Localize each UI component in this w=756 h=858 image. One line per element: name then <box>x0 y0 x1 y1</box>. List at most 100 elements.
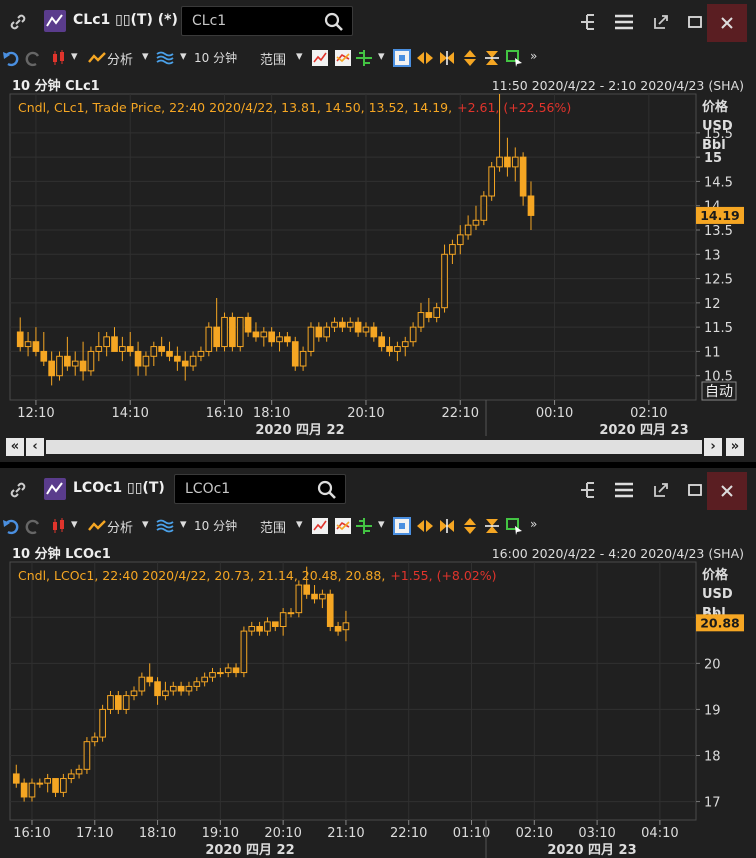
popout-icon[interactable] <box>649 478 673 502</box>
undo-icon[interactable] <box>2 517 20 535</box>
studies-dropdown-arrow[interactable]: ▾ <box>180 517 187 532</box>
scroll-right-button[interactable]: › <box>704 438 722 456</box>
close-button[interactable] <box>707 472 747 510</box>
candle <box>488 162 496 201</box>
redo-icon[interactable] <box>24 49 42 67</box>
scroll-first-button[interactable]: « <box>6 438 24 456</box>
axis-label-currency: USD <box>702 119 733 134</box>
analysis-menu[interactable]: 分析 <box>107 517 133 536</box>
studies-dropdown-arrow[interactable]: ▾ <box>180 49 187 64</box>
zoom-box-icon[interactable] <box>393 517 411 535</box>
y-tick-label: 12 <box>704 297 721 312</box>
candlestick-icon[interactable] <box>50 49 68 67</box>
maximize-icon[interactable] <box>683 478 707 502</box>
search-icon[interactable] <box>324 12 344 32</box>
x-tick-label: 12:10 <box>17 406 54 421</box>
crosshair-icon[interactable] <box>355 49 373 67</box>
zoom-vertical-icon[interactable] <box>483 49 501 67</box>
plot-area <box>9 561 697 821</box>
link-icon[interactable] <box>8 12 28 32</box>
pan-vertical-icon[interactable] <box>461 517 479 535</box>
pan-horizontal-icon[interactable] <box>416 49 434 67</box>
range-dropdown-arrow[interactable]: ▾ <box>296 49 303 64</box>
crosshair-icon[interactable] <box>355 517 373 535</box>
search-icon[interactable] <box>317 480 337 500</box>
candle-body <box>311 593 318 600</box>
candle <box>326 589 334 632</box>
scroll-track[interactable] <box>46 440 702 454</box>
crosshair-dropdown-arrow[interactable]: ▾ <box>378 517 385 532</box>
scroll-left-button[interactable]: ‹ <box>26 438 44 456</box>
last-price-badge: 20.88 <box>696 614 744 632</box>
menu-icon[interactable] <box>612 478 636 502</box>
zoom-vertical-icon[interactable] <box>483 517 501 535</box>
studies-icon[interactable] <box>156 517 174 535</box>
reset-zoom-icon[interactable] <box>505 49 523 67</box>
candle-body <box>193 681 201 687</box>
pan-horizontal-icon[interactable] <box>416 517 434 535</box>
more-tools-icon[interactable]: » <box>530 49 537 63</box>
interval-selector[interactable]: 10 分钟 <box>194 517 237 534</box>
line-chart-icon[interactable] <box>311 517 329 535</box>
more-tools-icon[interactable]: » <box>530 517 537 531</box>
candle-body <box>425 312 433 318</box>
candle-body <box>527 195 535 216</box>
scroll-last-button[interactable]: » <box>726 438 744 456</box>
candle-body <box>126 346 134 352</box>
candlestick-chart-lcoc1[interactable]: 1718192021 16:1017:1018:1019:1020:1021:1… <box>0 540 756 858</box>
pan-vertical-icon[interactable] <box>461 49 479 67</box>
candle-body <box>83 741 91 770</box>
candle-body <box>315 326 323 338</box>
range-selector[interactable]: 范围 <box>260 49 286 68</box>
analysis-icon[interactable] <box>88 49 106 67</box>
date-label-1: 2020 四月 22 <box>205 843 294 858</box>
studies-icon[interactable] <box>156 49 174 67</box>
range-selector[interactable]: 范围 <box>260 517 286 536</box>
candle-body <box>40 350 48 362</box>
date-label-2: 2020 四月 23 <box>599 423 688 436</box>
popout-icon[interactable] <box>649 10 673 34</box>
candle-body <box>480 195 488 221</box>
menu-icon[interactable] <box>612 10 636 34</box>
horizontal-scrollbar[interactable]: « ‹ › » <box>0 436 756 460</box>
candle <box>205 322 213 357</box>
candle-body <box>205 326 213 352</box>
analysis-dropdown-arrow[interactable]: ▾ <box>142 49 149 64</box>
close-button[interactable] <box>707 4 747 42</box>
candle <box>441 244 448 313</box>
analysis-dropdown-arrow[interactable]: ▾ <box>142 517 149 532</box>
hierarchy-icon[interactable] <box>577 478 601 502</box>
range-dropdown-arrow[interactable]: ▾ <box>296 517 303 532</box>
analysis-icon[interactable] <box>88 517 106 535</box>
candle-body <box>504 156 511 168</box>
undo-icon[interactable] <box>2 49 20 67</box>
candle-body <box>276 336 283 343</box>
compare-chart-icon[interactable] <box>334 517 352 535</box>
x-tick-label: 02:10 <box>630 406 667 421</box>
candlestick-icon[interactable] <box>50 517 68 535</box>
analysis-menu[interactable]: 分析 <box>107 49 133 68</box>
zoom-horizontal-icon[interactable] <box>438 49 456 67</box>
maximize-icon[interactable] <box>683 10 707 34</box>
candlestick-chart-clc1[interactable]: 10.51111.51212.51313.51414.51515.5 12:10… <box>0 72 756 436</box>
redo-icon[interactable] <box>24 517 42 535</box>
zoom-horizontal-icon[interactable] <box>438 517 456 535</box>
x-tick-label: 14:10 <box>111 406 148 421</box>
chart-type-dropdown-arrow[interactable]: ▾ <box>71 517 78 532</box>
ric-search-input[interactable]: CLc1 <box>181 6 353 36</box>
compare-chart-icon[interactable] <box>334 49 352 67</box>
crosshair-dropdown-arrow[interactable]: ▾ <box>378 49 385 64</box>
candle-body <box>75 768 83 775</box>
reset-zoom-icon[interactable] <box>505 517 523 535</box>
ohlc-info-values: Cndl, CLc1, Trade Price, 22:40 2020/4/22… <box>18 100 452 115</box>
candle-body <box>268 331 275 343</box>
link-icon[interactable] <box>8 480 28 500</box>
line-chart-icon[interactable] <box>311 49 329 67</box>
ric-search-input[interactable]: LCOc1 <box>174 474 346 504</box>
hierarchy-icon[interactable] <box>577 10 601 34</box>
candle-body <box>48 360 55 377</box>
interval-selector[interactable]: 10 分钟 <box>194 49 237 66</box>
chart-type-dropdown-arrow[interactable]: ▾ <box>71 49 78 64</box>
zoom-box-icon[interactable] <box>393 49 411 67</box>
last-price-value: 20.88 <box>700 615 740 630</box>
